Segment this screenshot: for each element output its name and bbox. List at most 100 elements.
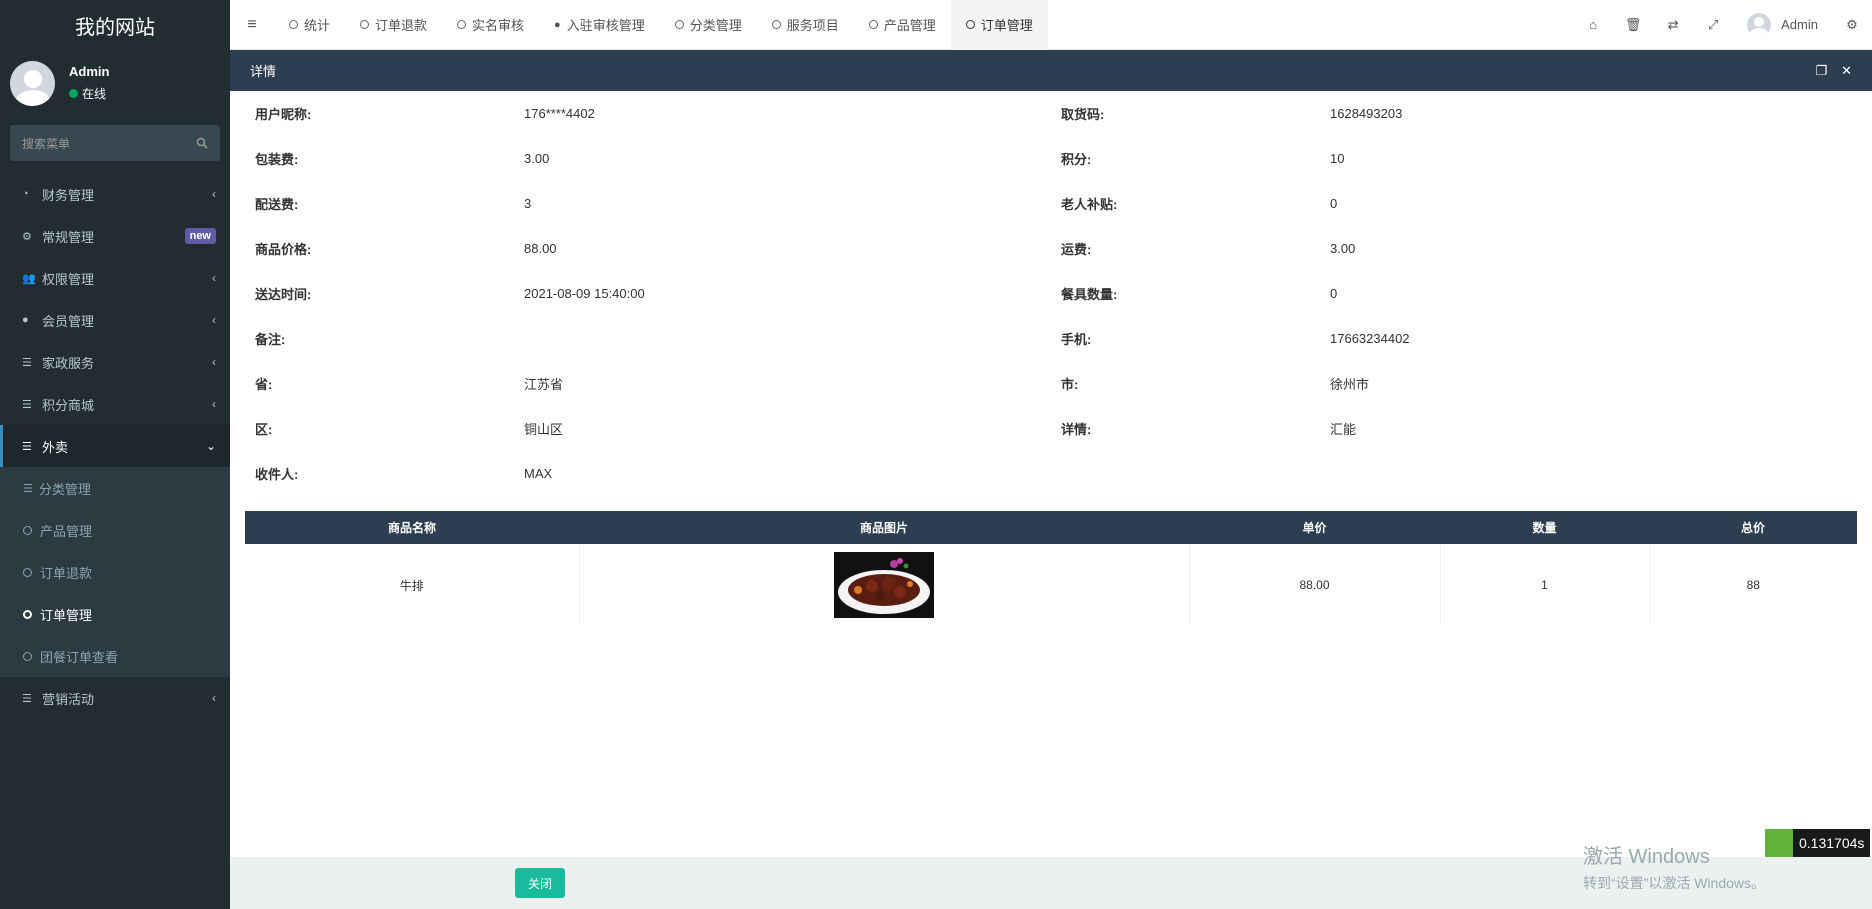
tab-realname-review[interactable]: 实名审核	[442, 0, 539, 50]
detail-dialog: 详情 ❐ ✕ 用户昵称: 176****4402 取货码: 1628493203 包装…	[230, 50, 1872, 909]
debug-logo-icon	[1765, 829, 1793, 857]
close-button[interactable]: 关闭	[515, 868, 565, 898]
user-status: 在线	[69, 85, 109, 102]
cell-total: 88	[1746, 578, 1760, 592]
list-icon: ☰	[22, 398, 32, 411]
language-icon[interactable]: ⇄	[1653, 17, 1693, 33]
submenu-item-orders[interactable]: 订单管理	[0, 593, 230, 635]
hamburger-menu-icon[interactable]: ≡	[230, 16, 274, 34]
home-icon[interactable]: ⌂	[1573, 17, 1613, 32]
list-icon: ☰	[22, 440, 32, 453]
detail-row: 备注: 手机: 17663234402	[255, 331, 1410, 347]
chevron-down-icon: ⌄	[205, 439, 216, 453]
cell-quantity: 1	[1440, 544, 1650, 626]
cogs-icon: ⚙	[22, 230, 32, 243]
trash-icon[interactable]: 🗑	[1613, 17, 1653, 33]
circle-icon	[868, 20, 878, 29]
tab-settlement-review[interactable]: ● 入驻审核管理	[539, 0, 660, 50]
chevron-left-icon: ‹	[212, 187, 216, 201]
users-icon: 👥	[22, 272, 36, 285]
column-header: 数量	[1440, 511, 1649, 544]
circle-icon	[289, 20, 298, 29]
cogs-icon[interactable]: ⚙	[1832, 17, 1872, 33]
circle-icon	[23, 651, 32, 661]
chevron-left-icon: ‹	[212, 397, 216, 411]
tab-orders[interactable]: 订单管理	[950, 0, 1048, 50]
sidebar-item-housekeeping[interactable]: ☰ 家政服务 ‹	[0, 341, 230, 383]
submenu-item-products[interactable]: 产品管理	[0, 509, 230, 551]
circle-icon	[360, 20, 370, 29]
list-icon: ☰	[23, 482, 33, 495]
circle-icon	[965, 20, 975, 29]
tab-order-refunds[interactable]: 订单退款	[345, 0, 442, 50]
product-image[interactable]	[834, 552, 934, 618]
chevron-left-icon: ‹	[212, 313, 216, 327]
table-header-row: 商品名称 商品图片 单价 数量 总价	[245, 511, 1857, 544]
circle-icon	[23, 609, 32, 619]
close-icon[interactable]: ✕	[1841, 63, 1852, 79]
user-menu[interactable]: Admin	[1733, 12, 1832, 37]
online-dot-icon	[69, 89, 78, 98]
tab-statistics[interactable]: 统计	[274, 0, 345, 50]
detail-row: 区: 铜山区 详情: 汇能	[255, 422, 1357, 437]
fullscreen-icon[interactable]: ⤢	[1693, 17, 1733, 33]
menu-search-input[interactable]: 搜索菜单	[10, 125, 220, 161]
cell-unit-price: 88.00	[1189, 544, 1441, 626]
sidebar-item-marketing[interactable]: ☰ 营销活动 ‹	[0, 677, 230, 719]
dialog-title: 详情	[250, 64, 277, 79]
debug-timer[interactable]: 0.131704s	[1765, 829, 1871, 857]
user-menu-name: Admin	[1781, 17, 1818, 32]
debug-time: 0.131704s	[1793, 829, 1871, 857]
maximize-icon[interactable]: ❐	[1815, 63, 1827, 79]
search-icon[interactable]	[196, 137, 208, 149]
sidebar-item-takeout[interactable]: ☰ 外卖 ⌄	[0, 425, 230, 467]
sidebar-item-members[interactable]: ● 会员管理 ‹	[0, 299, 230, 341]
user-name: Admin	[69, 64, 110, 79]
detail-row: 收件人: MAX	[255, 466, 553, 482]
detail-row: 用户昵称: 176****4402 取货码: 1628493203	[255, 106, 1403, 122]
detail-row: 包装费: 3.00 积分: 10	[255, 151, 1345, 167]
avatar	[10, 60, 55, 106]
tab-category[interactable]: 分类管理	[660, 0, 757, 50]
tab-service-items[interactable]: 服务项目	[757, 0, 854, 50]
cell-product-name: 牛排	[245, 544, 580, 626]
goods-table: 商品名称 商品图片 单价 数量 总价 牛排 88.00 1 88	[245, 511, 1857, 626]
sidebar-item-points-mall[interactable]: ☰ 积分商城 ‹	[0, 383, 230, 425]
sidebar-item-permissions[interactable]: 👥 权限管理 ‹	[0, 257, 230, 299]
sidebar-menu: ◔ 财务管理 ‹ ⚙ 常规管理 new 👥 权限管理 ‹ ● 会员管理 ‹ ☰ 家政服务 ‹ ☰ 积分…	[0, 173, 230, 719]
user-panel: Admin 在线	[0, 50, 230, 116]
chevron-left-icon: ‹	[212, 691, 216, 705]
detail-row: 商品价格: 88.00 运费: 3.00	[255, 241, 1356, 257]
circle-icon	[674, 20, 684, 29]
user-icon: ●	[22, 314, 29, 326]
tab-products[interactable]: 产品管理	[854, 0, 951, 50]
submenu-item-refunds[interactable]: 订单退款	[0, 551, 230, 593]
new-badge: new	[184, 228, 216, 244]
sidebar-item-general[interactable]: ⚙ 常规管理 new	[0, 215, 230, 257]
detail-row: 配送费: 3 老人补贴: 0	[255, 196, 1338, 212]
list-icon: ☰	[22, 356, 32, 369]
column-header: 总价	[1649, 511, 1857, 544]
submenu-item-group-orders[interactable]: 团餐订单查看	[0, 635, 230, 677]
user-icon: ●	[554, 18, 561, 31]
site-logo[interactable]: 我的网站	[0, 0, 230, 50]
sidebar-item-finance[interactable]: ◔ 财务管理 ‹	[0, 173, 230, 215]
sidebar: 我的网站 Admin 在线 搜索菜单 ◔ 财务管理 ‹ ⚙ 常规管理 new 👥 权限管理…	[0, 0, 230, 909]
chevron-left-icon: ‹	[212, 355, 216, 369]
detail-row: 省: 江苏省 市: 徐州市	[255, 377, 1370, 392]
top-navbar: ≡ 统计 订单退款 实名审核 ● 入驻审核管理 分类管理 服务项目 产品管理 订单…	[230, 0, 1872, 50]
avatar	[1747, 12, 1772, 37]
circle-icon	[771, 20, 781, 29]
table-row: 牛排 88.00 1 88	[245, 544, 1857, 626]
detail-row: 送达时间: 2021-08-09 15:40:00 餐具数量: 0	[255, 286, 1338, 302]
circle-icon	[23, 567, 32, 577]
circle-icon	[23, 525, 32, 535]
list-icon: ☰	[22, 692, 32, 705]
submenu-item-category[interactable]: ☰ 分类管理	[0, 467, 230, 509]
chevron-left-icon: ‹	[212, 271, 216, 285]
windows-activation-watermark: 激活 Windows 转到“设置”以激活 Windows。	[1583, 846, 1766, 891]
cell-product-image	[579, 544, 1190, 626]
circle-icon	[457, 20, 467, 29]
dialog-header: 详情 ❐ ✕	[230, 50, 1872, 91]
dashboard-icon: ◔	[22, 188, 29, 200]
